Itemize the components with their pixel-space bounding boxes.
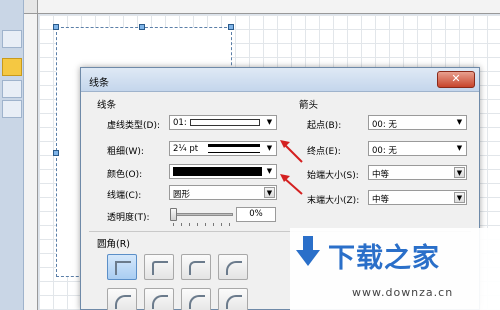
panel-tab[interactable] [2, 80, 22, 98]
dash-line-sample [190, 119, 260, 126]
dash-type-value: 01: [173, 118, 187, 128]
panel-tab[interactable] [2, 100, 22, 118]
begin-size-select[interactable]: 中等 ▼ [368, 165, 467, 180]
corner-round-small-icon [152, 261, 168, 275]
arrow-section-heading: 箭头 [299, 100, 319, 111]
color-swatch [173, 167, 262, 176]
corner-option[interactable] [181, 288, 211, 310]
corner-round-icon [115, 295, 131, 309]
transparency-label: 透明度(T): [107, 213, 150, 223]
resize-handle[interactable] [53, 150, 59, 156]
corner-option[interactable] [218, 254, 248, 280]
begin-size-label: 始端大小(S): [307, 171, 359, 181]
slider-ticks [173, 223, 233, 226]
chevron-down-icon: ▼ [266, 167, 273, 175]
corner-round-icon [189, 295, 205, 309]
cap-value: 圆形 [173, 190, 191, 200]
watermark: 下载之家 www.downza.cn [290, 228, 500, 310]
chevron-down-icon: ▼ [264, 187, 275, 198]
panel-tab[interactable] [2, 30, 22, 48]
arrow-end-label: 终点(E): [307, 147, 341, 157]
corner-round-medium-icon [189, 261, 205, 275]
chevron-down-icon: ▼ [266, 144, 273, 152]
line-section-heading: 线条 [97, 100, 117, 111]
corner-option-none[interactable] [107, 254, 137, 280]
chevron-down-icon: ▼ [454, 192, 465, 203]
arrow-end-value: 00: 无 [372, 146, 397, 156]
color-picker[interactable]: ▼ [169, 164, 277, 179]
horizontal-ruler [38, 0, 500, 14]
end-size-value: 中等 [372, 195, 390, 205]
close-icon: ✕ [451, 72, 461, 85]
arrow-end-select[interactable]: 00: 无 ▼ [368, 141, 467, 156]
weight-line-sample [208, 144, 260, 153]
color-label: 颜色(O): [107, 170, 143, 180]
arrow-begin-value: 00: 无 [372, 120, 397, 130]
annotation-arrow-shaft [283, 143, 303, 163]
panel-tab-active[interactable] [2, 58, 22, 76]
corner-option[interactable] [144, 254, 174, 280]
cap-select[interactable]: 圆形 ▼ [169, 185, 277, 200]
weight-value: 2¼ pt [173, 144, 199, 154]
annotation-arrow [280, 140, 303, 163]
corner-round-large-icon [226, 261, 242, 275]
cap-label: 线端(C): [107, 191, 142, 201]
dialog-titlebar[interactable]: 线条 ✕ [81, 68, 479, 92]
chevron-down-icon: ▼ [456, 144, 463, 152]
watermark-text: 下载之家 [328, 243, 440, 274]
corner-round-icon [152, 295, 168, 309]
annotation-arrow-shaft [283, 177, 303, 195]
close-button[interactable]: ✕ [437, 71, 475, 88]
begin-size-value: 中等 [372, 170, 390, 180]
chevron-down-icon: ▼ [266, 118, 273, 126]
dash-type-select[interactable]: 01: ▼ [169, 115, 277, 130]
end-size-select[interactable]: 中等 ▼ [368, 190, 467, 205]
vertical-ruler [24, 14, 38, 310]
resize-handle[interactable] [53, 24, 59, 30]
corner-option[interactable] [218, 288, 248, 310]
corner-option[interactable] [181, 254, 211, 280]
corner-section-heading: 圆角(R) [97, 239, 131, 250]
corner-round-icon [226, 295, 242, 309]
ruler-corner [24, 0, 38, 14]
chevron-down-icon: ▼ [456, 118, 463, 126]
corner-option[interactable] [107, 288, 137, 310]
transparency-slider-track[interactable] [173, 213, 233, 216]
corner-option[interactable] [144, 288, 174, 310]
dash-type-label: 虚线类型(D): [107, 121, 160, 131]
download-arrow-icon [296, 236, 320, 266]
corner-square-icon [115, 261, 131, 275]
end-size-label: 末端大小(Z): [307, 196, 360, 206]
arrow-begin-select[interactable]: 00: 无 ▼ [368, 115, 467, 130]
annotation-arrow [280, 174, 303, 195]
left-panel-strip [0, 0, 24, 310]
transparency-slider-thumb[interactable] [170, 208, 177, 221]
transparency-input[interactable]: 0% [236, 207, 276, 222]
resize-handle[interactable] [139, 24, 145, 30]
watermark-url: www.downza.cn [352, 286, 454, 299]
chevron-down-icon: ▼ [454, 167, 465, 178]
dialog-title: 线条 [89, 78, 109, 89]
weight-select[interactable]: 2¼ pt ▼ [169, 141, 277, 156]
resize-handle[interactable] [228, 24, 234, 30]
annotation-arrow-head [280, 140, 290, 148]
arrow-begin-label: 起点(B): [307, 121, 342, 131]
weight-label: 粗细(W): [107, 147, 144, 157]
